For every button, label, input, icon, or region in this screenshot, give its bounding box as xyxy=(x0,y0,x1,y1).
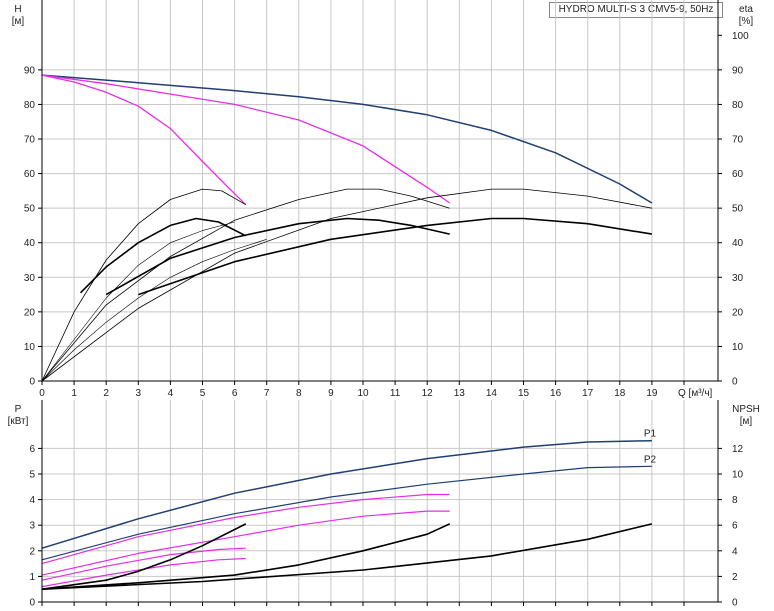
x-tick-label: 8 xyxy=(296,388,302,399)
bottom-left-tick-label: 1 xyxy=(29,572,35,583)
bottom-right-tick-label: 8 xyxy=(732,495,738,506)
x-tick-label: 19 xyxy=(646,388,658,399)
top-chart-series xyxy=(41,74,653,382)
bottom-right-tick-label: 0 xyxy=(732,598,738,609)
x-tick-label: 0 xyxy=(39,388,45,399)
bottom-right-axis-unit: [м] xyxy=(740,416,753,427)
top-right-tick-label: 10 xyxy=(732,342,744,353)
x-tick-label: 16 xyxy=(550,388,562,399)
bottom-series-p2 xyxy=(41,465,652,561)
bottom-right-tick-label: 10 xyxy=(732,470,744,481)
x-tick-label: 14 xyxy=(486,388,498,399)
top-chart-axes: 0102030405060708090010203040506070809010… xyxy=(12,0,754,399)
top-right-tick-label: 0 xyxy=(732,377,738,388)
top-right-axis-title: eta xyxy=(739,4,753,15)
bottom-right-tick-label: 6 xyxy=(732,521,738,532)
bottom-left-axis-title: P xyxy=(15,404,22,415)
bottom-left-tick-label: 5 xyxy=(29,470,35,481)
bottom-right-tick-label: 12 xyxy=(732,444,744,455)
top-left-axis-title: H xyxy=(14,4,21,15)
top-right-axis-unit: [%] xyxy=(739,16,754,27)
pump-performance-chart: 0102030405060708090010203040506070809010… xyxy=(8,0,760,609)
bottom-right-tick-label: 4 xyxy=(732,546,738,557)
top-series-curve-2 xyxy=(41,74,247,206)
x-tick-label: 6 xyxy=(232,388,238,399)
bottom-left-tick-label: 6 xyxy=(29,444,35,455)
x-tick-label: 3 xyxy=(136,388,142,399)
top-right-tick-label: 30 xyxy=(732,273,744,284)
bottom-left-axis-unit: [кВт] xyxy=(8,416,29,427)
bottom-series-label-p2: P2 xyxy=(644,454,657,465)
bottom-chart-grid xyxy=(42,400,718,602)
top-right-tick-label: 80 xyxy=(732,100,744,111)
top-right-tick-label: 100 xyxy=(732,31,749,42)
bottom-left-tick-label: 3 xyxy=(29,521,35,532)
x-tick-label: 15 xyxy=(518,388,530,399)
x-tick-label: 5 xyxy=(200,388,206,399)
top-left-tick-label: 70 xyxy=(24,135,36,146)
bottom-chart-series: P1 P2 xyxy=(41,429,657,590)
x-tick-label: 4 xyxy=(168,388,174,399)
x-tick-label: 10 xyxy=(357,388,369,399)
top-left-tick-label: 20 xyxy=(24,307,36,318)
x-tick-label: 13 xyxy=(454,388,466,399)
bottom-right-tick-label: 2 xyxy=(732,572,738,583)
top-left-tick-label: 0 xyxy=(29,377,35,388)
top-left-tick-label: 90 xyxy=(24,65,36,76)
bottom-right-axis-title: NPSH xyxy=(732,404,760,415)
top-right-tick-label: 60 xyxy=(732,169,744,180)
x-tick-label: 2 xyxy=(103,388,109,399)
bottom-series-label-p1: P1 xyxy=(644,429,657,440)
top-left-tick-label: 50 xyxy=(24,204,36,215)
top-left-tick-label: 30 xyxy=(24,273,36,284)
bottom-left-tick-label: 2 xyxy=(29,546,35,557)
top-right-tick-label: 90 xyxy=(732,65,744,76)
x-tick-label: 11 xyxy=(390,388,401,399)
top-series-curve-3 xyxy=(41,188,246,382)
top-right-tick-label: 40 xyxy=(732,238,744,249)
top-left-axis-unit: [м] xyxy=(12,16,25,27)
x-tick-label: 7 xyxy=(264,388,270,399)
top-right-tick-label: 50 xyxy=(732,204,744,215)
bottom-series-curve-6 xyxy=(41,523,247,590)
top-left-tick-label: 80 xyxy=(24,100,36,111)
top-right-tick-label: 70 xyxy=(732,135,744,146)
x-tick-label: 1 xyxy=(71,388,77,399)
x-axis-title: Q [м³/ч] xyxy=(678,388,713,399)
top-chart-grid xyxy=(42,0,718,381)
bottom-left-tick-label: 4 xyxy=(29,495,35,506)
top-series-curve-5 xyxy=(41,188,450,382)
top-right-tick-label: 20 xyxy=(732,307,744,318)
x-tick-label: 9 xyxy=(328,388,334,399)
top-series-curve-10 xyxy=(41,239,267,382)
top-left-tick-label: 40 xyxy=(24,238,36,249)
bottom-series-curve-8 xyxy=(41,523,653,590)
x-tick-label: 18 xyxy=(614,388,626,399)
top-left-tick-label: 10 xyxy=(24,342,36,353)
top-left-tick-label: 60 xyxy=(24,169,36,180)
bottom-series-curve-7 xyxy=(41,523,451,590)
bottom-left-tick-label: 0 xyxy=(29,598,35,609)
x-tick-label: 17 xyxy=(582,388,594,399)
x-tick-label: 12 xyxy=(422,388,434,399)
